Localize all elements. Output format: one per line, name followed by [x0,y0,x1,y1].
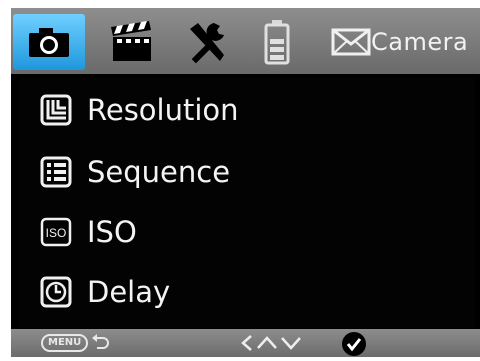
ok-button[interactable] [341,331,367,357]
tab-tools[interactable] [177,14,237,70]
tab-title: Camera [371,28,469,56]
svg-text:ISO: ISO [46,226,67,240]
menu-key-label: MENU [41,334,89,352]
envelope-icon [331,28,371,56]
navigation-arrows [239,331,303,355]
menu-back-button[interactable]: MENU [41,333,111,353]
arrow-left-icon [241,335,252,351]
iso-icon: ISO [39,215,73,249]
menu-item-label: Delay [87,275,171,309]
menu-item-label: Sequence [87,155,231,189]
arrow-up-icon [257,336,277,349]
tab-video[interactable] [103,14,161,70]
tab-camera[interactable] [13,14,85,70]
menu-item-label: ISO [87,215,137,249]
camera-icon [29,28,69,57]
menu-item-label: Resolution [87,93,239,127]
hint-bar: MENU [11,329,480,357]
arrow-down-icon [281,337,301,350]
menu-item-iso[interactable]: ISO ISO [39,206,459,258]
menu-item-delay[interactable]: Delay [39,266,459,318]
camera-menu-screen: Camera Resolution Sequence ISO ISO Delay… [11,8,480,357]
tab-battery[interactable] [255,14,299,70]
delay-clock-icon [39,275,73,309]
battery-icon [264,20,290,65]
menu-item-resolution[interactable]: Resolution [39,84,459,136]
resolution-icon [39,93,73,127]
tab-bar: Camera [11,8,480,74]
sequence-icon [39,155,73,189]
checkmark-icon [342,332,366,356]
tools-icon [190,23,224,64]
video-clapper-icon [111,21,151,61]
menu-item-sequence[interactable]: Sequence [39,146,459,198]
back-arrow-icon [92,334,110,349]
settings-menu: Resolution Sequence ISO ISO Delay [19,78,474,328]
